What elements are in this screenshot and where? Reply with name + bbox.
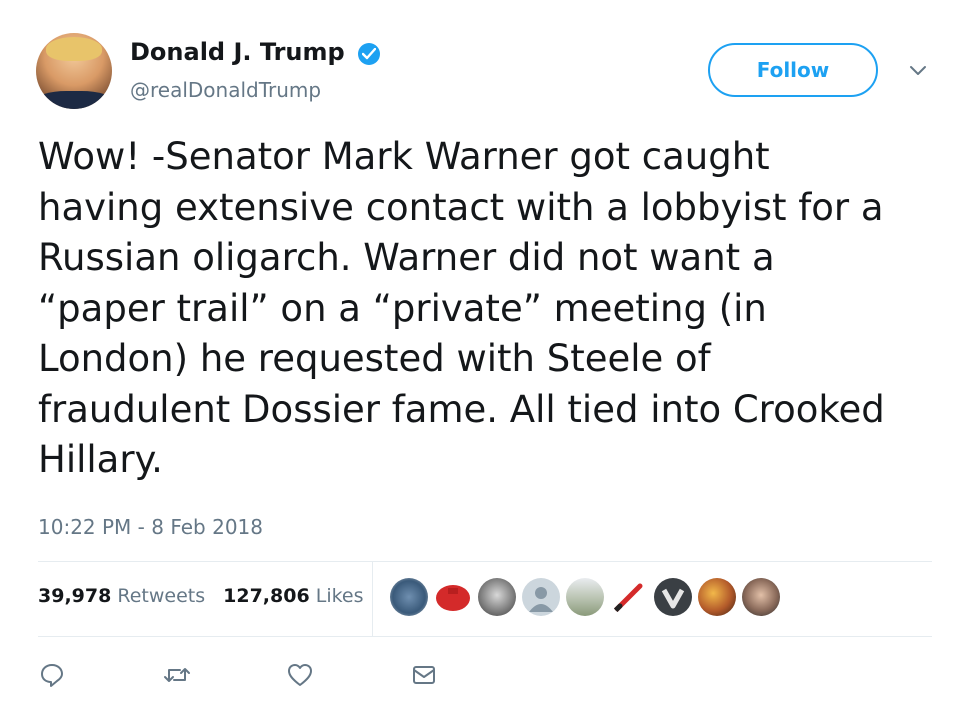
avatar-hair — [46, 37, 102, 61]
liker-avatar[interactable] — [566, 578, 604, 616]
author-avatar[interactable] — [36, 33, 112, 109]
liker-avatar[interactable] — [742, 578, 780, 616]
likes-label: Likes — [315, 585, 364, 607]
liker-avatar[interactable] — [654, 578, 692, 616]
follow-button[interactable]: Follow — [708, 43, 878, 97]
tweet-actions — [38, 660, 534, 690]
likers-avatars — [390, 578, 780, 616]
liker-avatar[interactable] — [390, 578, 428, 616]
like-button[interactable] — [286, 660, 410, 690]
avatar-suit — [36, 91, 112, 109]
direct-message-icon — [410, 661, 438, 689]
heart-icon — [286, 661, 314, 689]
reply-icon — [38, 661, 66, 689]
likes-count: 127,806 — [223, 585, 310, 607]
liker-avatar[interactable] — [698, 578, 736, 616]
retweets-label: Retweets — [117, 585, 206, 607]
liker-avatar[interactable] — [610, 578, 648, 616]
retweets-stat[interactable]: 39,978 Retweets — [38, 585, 205, 607]
direct-message-button[interactable] — [410, 660, 534, 690]
likes-stat[interactable]: 127,806 Likes — [223, 585, 363, 607]
engagement-stats: 39,978 Retweets 127,806 Likes — [38, 585, 364, 607]
liker-avatar[interactable] — [522, 578, 560, 616]
liker-avatar[interactable] — [478, 578, 516, 616]
divider — [38, 636, 932, 637]
divider — [38, 561, 932, 562]
liker-avatar[interactable] — [434, 578, 472, 616]
chevron-down-icon[interactable] — [906, 58, 930, 82]
retweet-icon — [162, 661, 192, 689]
verified-badge-icon — [358, 43, 380, 65]
retweet-button[interactable] — [162, 660, 286, 690]
tweet-text: Wow! -Senator Mark Warner got caught hav… — [38, 135, 885, 481]
reply-button[interactable] — [38, 660, 162, 690]
divider — [372, 562, 373, 636]
tweet-timestamp[interactable]: 10:22 PM - 8 Feb 2018 — [38, 515, 263, 539]
author-handle[interactable]: @realDonaldTrump — [130, 78, 321, 102]
author-name[interactable]: Donald J. Trump — [130, 38, 345, 66]
retweets-count: 39,978 — [38, 585, 112, 607]
